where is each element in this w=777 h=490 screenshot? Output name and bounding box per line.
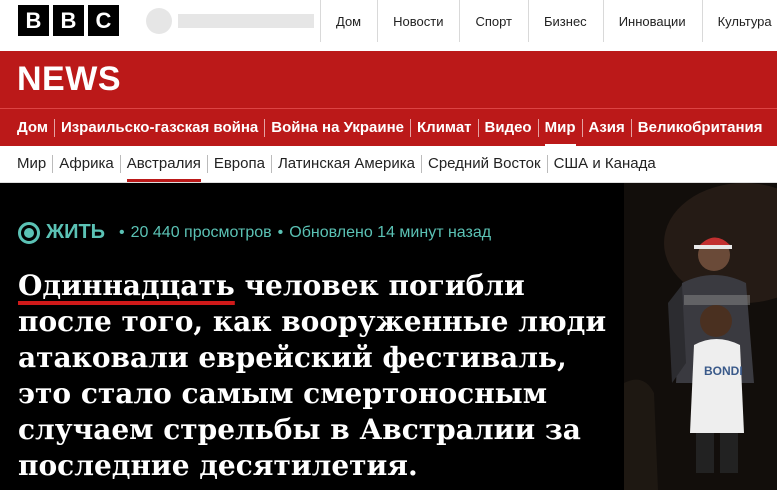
- top-nav-sport[interactable]: Спорт: [459, 0, 528, 42]
- updated-time: Обновлено 14 минут назад: [289, 223, 492, 241]
- hero-photo-illustration: BONDI: [624, 183, 777, 490]
- view-count: 20 440 просмотров: [130, 223, 272, 241]
- news-banner: NEWS: [0, 51, 777, 108]
- subsection-nav-latin-america[interactable]: Латинская Америка: [272, 155, 422, 173]
- top-nav-home[interactable]: Дом: [320, 0, 377, 42]
- top-nav-news[interactable]: Новости: [377, 0, 459, 42]
- section-nav-uk[interactable]: Великобритания: [632, 119, 769, 137]
- bbc-logo-letter-b1: B: [18, 5, 49, 36]
- top-nav: Дом Новости Спорт Бизнес Инновации Культ…: [320, 0, 777, 42]
- subsection-nav-middle-east[interactable]: Средний Восток: [422, 155, 548, 173]
- section-nav-climate[interactable]: Климат: [411, 119, 479, 137]
- section-nav-ukraine[interactable]: Война на Украине: [265, 119, 412, 137]
- section-nav-home[interactable]: Дом: [11, 119, 55, 137]
- section-nav-video[interactable]: Видео: [479, 119, 539, 137]
- section-nav-asia[interactable]: Азия: [583, 119, 632, 137]
- live-label: ЖИТЬ: [46, 221, 106, 243]
- account-avatar[interactable]: [146, 8, 172, 34]
- subsection-nav-africa[interactable]: Африка: [53, 155, 121, 173]
- top-nav-innovation[interactable]: Инновации: [602, 0, 702, 42]
- live-icon: [18, 221, 40, 244]
- subsection-nav-europe[interactable]: Европа: [208, 155, 272, 173]
- section-nav-world[interactable]: Мир: [539, 119, 583, 147]
- subsection-nav-world[interactable]: Мир: [11, 155, 54, 173]
- subsection-nav-us-canada[interactable]: США и Канада: [548, 155, 662, 173]
- shirt-text: BONDI: [704, 364, 743, 378]
- news-logo[interactable]: NEWS: [17, 60, 121, 99]
- bbc-logo-letter-b2: B: [53, 5, 84, 36]
- live-meta: ЖИТЬ • 20 440 просмотров • Обновлено 14 …: [18, 221, 491, 244]
- bbc-logo[interactable]: B B C: [18, 5, 119, 36]
- subsection-nav: Мир Африка Австралия Европа Латинская Ам…: [0, 146, 777, 183]
- live-hero[interactable]: ЖИТЬ • 20 440 просмотров • Обновлено 14 …: [0, 183, 777, 490]
- top-bar: B B C Дом Новости Спорт Бизнес Инновации…: [0, 0, 777, 42]
- headline-highlight: Одиннадцать: [18, 269, 235, 302]
- account-name-placeholder[interactable]: [178, 14, 314, 28]
- headline[interactable]: Одиннадцать человек погибли после того, …: [18, 268, 618, 484]
- section-nav: Дом Израильско-газская война Война на Ук…: [0, 108, 777, 147]
- bbc-logo-letter-c: C: [88, 5, 119, 36]
- section-nav-israel-gaza[interactable]: Израильско-газская война: [55, 119, 266, 137]
- top-nav-business[interactable]: Бизнес: [528, 0, 603, 42]
- subsection-nav-australia[interactable]: Австралия: [121, 155, 208, 182]
- hero-photo[interactable]: BONDI: [624, 183, 777, 490]
- top-nav-culture[interactable]: Культура: [701, 0, 777, 42]
